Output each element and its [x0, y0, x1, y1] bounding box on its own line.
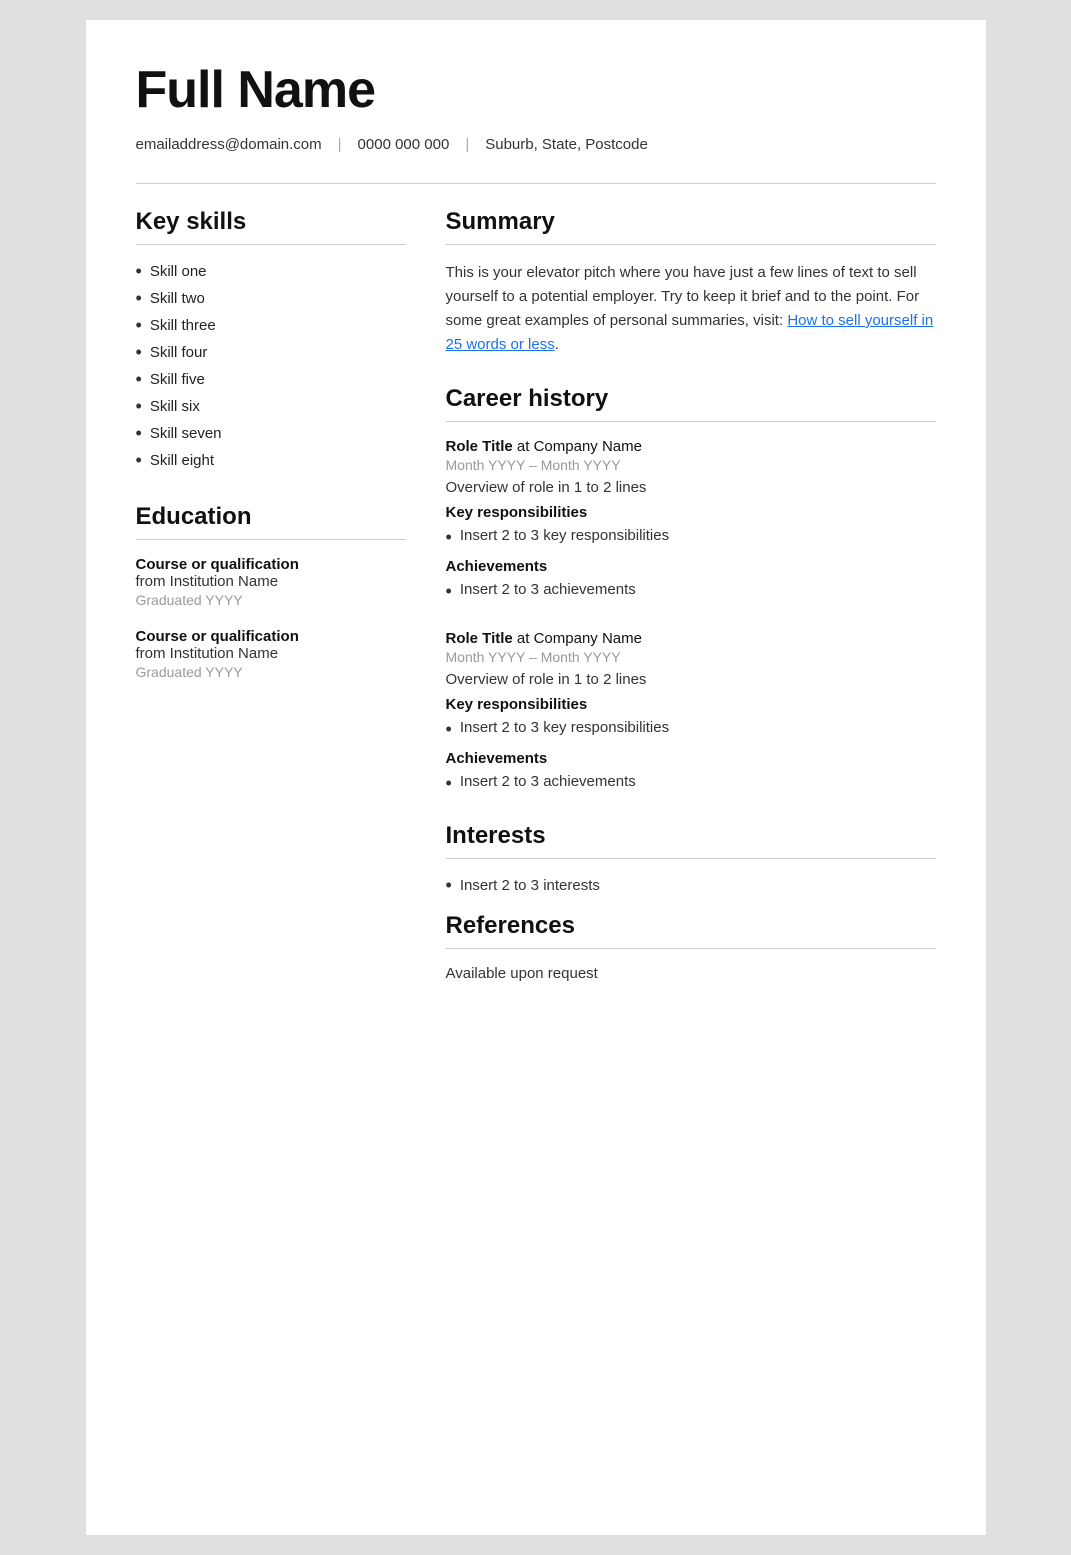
job-role: Role Title [446, 438, 513, 455]
skills-divider [136, 244, 406, 245]
achievements-list: Insert 2 to 3 achievements [446, 773, 936, 794]
achievement-item: Insert 2 to 3 achievements [446, 773, 936, 794]
references-title: References [446, 912, 936, 940]
references-text: Available upon request [446, 965, 936, 982]
interests-list: Insert 2 to 3 interests [446, 875, 936, 896]
phone: 0000 000 000 [358, 136, 450, 153]
career-section: Career history Role Title at Company Nam… [446, 385, 936, 794]
skill-item: Skill three [136, 315, 406, 336]
skills-section: Key skills Skill one Skill two Skill three… [136, 208, 406, 471]
responsibilities-list: Insert 2 to 3 key responsibilities [446, 719, 936, 740]
responsibility-item: Insert 2 to 3 key responsibilities [446, 527, 936, 548]
edu-graduated: Graduated YYYY [136, 664, 406, 680]
education-divider [136, 539, 406, 540]
skill-item: Skill seven [136, 423, 406, 444]
job-dates: Month YYYY – Month YYYY [446, 649, 936, 665]
edu-course: Course or qualification [136, 556, 406, 573]
education-section: Education Course or qualification from I… [136, 503, 406, 680]
education-title: Education [136, 503, 406, 531]
summary-divider [446, 244, 936, 245]
location: Suburb, State, Postcode [485, 136, 648, 153]
achievements-title: Achievements [446, 750, 936, 767]
sep2: | [465, 136, 469, 153]
job-title-line: Role Title at Company Name [446, 630, 936, 647]
sep1: | [338, 136, 342, 153]
job-entry: Role Title at Company Name Month YYYY – … [446, 438, 936, 602]
full-name: Full Name [136, 60, 936, 120]
edu-institution: from Institution Name [136, 573, 406, 590]
responsibility-item: Insert 2 to 3 key responsibilities [446, 719, 936, 740]
job-overview: Overview of role in 1 to 2 lines [446, 479, 936, 496]
achievements-title: Achievements [446, 558, 936, 575]
summary-end: . [555, 336, 559, 353]
summary-title: Summary [446, 208, 936, 236]
interests-section: Interests Insert 2 to 3 interests [446, 822, 936, 896]
job-title-line: Role Title at Company Name [446, 438, 936, 455]
education-list: Course or qualification from Institution… [136, 556, 406, 680]
job-entry: Role Title at Company Name Month YYYY – … [446, 630, 936, 794]
interests-title: Interests [446, 822, 936, 850]
skill-item: Skill four [136, 342, 406, 363]
skill-item: Skill two [136, 288, 406, 309]
email: emailaddress@domain.com [136, 136, 322, 153]
summary-section: Summary This is your elevator pitch wher… [446, 208, 936, 357]
skills-title: Key skills [136, 208, 406, 236]
skills-list: Skill one Skill two Skill three Skill four S… [136, 261, 406, 471]
left-column: Key skills Skill one Skill two Skill three… [136, 208, 406, 998]
interests-divider [446, 858, 936, 859]
achievements-list: Insert 2 to 3 achievements [446, 581, 936, 602]
references-section: References Available upon request [446, 912, 936, 982]
responsibilities-list: Insert 2 to 3 key responsibilities [446, 527, 936, 548]
job-overview: Overview of role in 1 to 2 lines [446, 671, 936, 688]
interest-item: Insert 2 to 3 interests [446, 875, 936, 896]
job-company: at Company Name [517, 630, 642, 647]
resume-page: Full Name emailaddress@domain.com | 0000… [86, 20, 986, 1535]
skill-item: Skill eight [136, 450, 406, 471]
references-divider [446, 948, 936, 949]
skill-item: Skill five [136, 369, 406, 390]
header-divider [136, 183, 936, 184]
job-role: Role Title [446, 630, 513, 647]
body-layout: Key skills Skill one Skill two Skill three… [136, 208, 936, 998]
career-divider [446, 421, 936, 422]
achievement-item: Insert 2 to 3 achievements [446, 581, 936, 602]
job-dates: Month YYYY – Month YYYY [446, 457, 936, 473]
job-company: at Company Name [517, 438, 642, 455]
jobs-list: Role Title at Company Name Month YYYY – … [446, 438, 936, 794]
right-column: Summary This is your elevator pitch wher… [446, 208, 936, 998]
career-title: Career history [446, 385, 936, 413]
responsibilities-title: Key responsibilities [446, 504, 936, 521]
skill-item: Skill one [136, 261, 406, 282]
summary-text: This is your elevator pitch where you ha… [446, 261, 936, 357]
edu-course: Course or qualification [136, 628, 406, 645]
edu-institution: from Institution Name [136, 645, 406, 662]
header-section: Full Name emailaddress@domain.com | 0000… [136, 60, 936, 153]
responsibilities-title: Key responsibilities [446, 696, 936, 713]
education-item: Course or qualification from Institution… [136, 556, 406, 608]
skill-item: Skill six [136, 396, 406, 417]
edu-graduated: Graduated YYYY [136, 592, 406, 608]
contact-info: emailaddress@domain.com | 0000 000 000 |… [136, 136, 936, 153]
education-item: Course or qualification from Institution… [136, 628, 406, 680]
